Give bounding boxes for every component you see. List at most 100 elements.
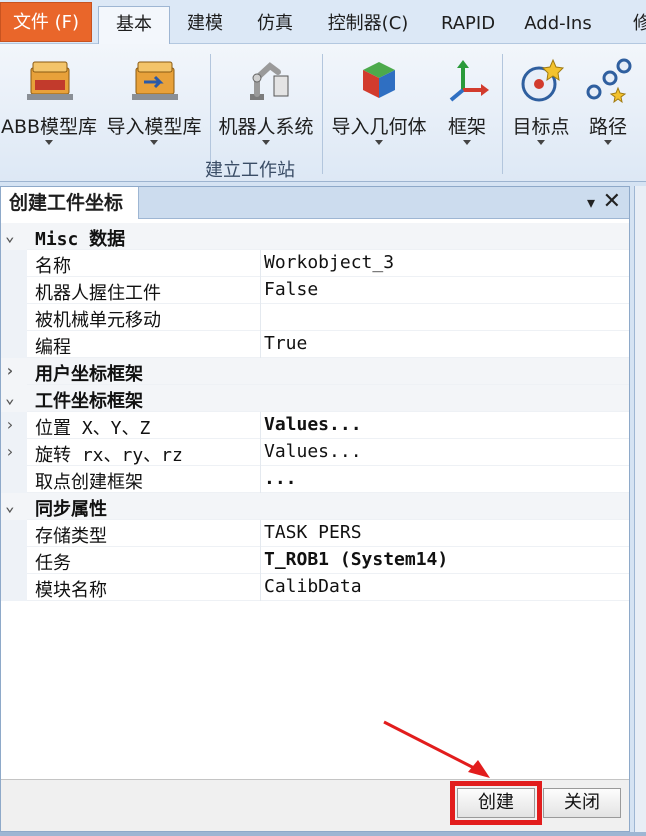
dropdown-arrow-icon [150, 140, 158, 145]
import-model-library-button[interactable]: 导入模型库 [102, 50, 206, 154]
property-row-robot-holds[interactable]: 机器人握住工件 False [1, 277, 629, 304]
tab-file[interactable]: 文件 (F) [0, 2, 92, 42]
chevron-down-icon[interactable]: ⌄ [5, 388, 15, 407]
create-button[interactable]: 创建 [450, 781, 542, 825]
ribbon-button-label: 框架 [447, 116, 486, 138]
row-gutter [1, 277, 27, 304]
import-library-icon [132, 61, 178, 100]
row-gutter [1, 574, 27, 601]
ribbon-group-label: 建立工作站 [205, 160, 295, 181]
category-label: 工件坐标框架 [35, 391, 143, 412]
row-gutter [1, 331, 27, 358]
pin-dropdown-icon[interactable]: ▾ [587, 193, 595, 212]
dropdown-arrow-icon [604, 140, 612, 145]
ribbon-separator [502, 54, 503, 174]
chevron-down-icon[interactable]: ⌄ [5, 496, 15, 515]
property-label: 被机械单元移动 [35, 310, 161, 331]
property-grid: ⌄ Misc 数据 名称 Workobject_3 机器人握住工件 False … [1, 223, 629, 601]
property-row-programmed[interactable]: 编程 True [1, 331, 629, 358]
row-gutter [1, 304, 27, 331]
column-separator [260, 520, 261, 547]
robot-system-button[interactable]: 机器人系统 [212, 50, 320, 154]
property-label: 任务 [35, 553, 71, 574]
category-label: 同步属性 [35, 499, 107, 520]
property-value[interactable]: TASK PERS [264, 522, 362, 543]
column-separator [260, 466, 261, 493]
property-row-pick-points[interactable]: 取点创建框架 ... [1, 466, 629, 493]
frame-button[interactable]: 框架 [438, 50, 496, 154]
import-geometry-icon [363, 62, 395, 98]
chevron-right-icon[interactable]: › [5, 415, 15, 434]
ribbon-button-label: 机器人系统 [218, 116, 314, 138]
import-geometry-button[interactable]: 导入几何体 [326, 50, 432, 154]
property-label: 编程 [35, 337, 71, 358]
property-row-task[interactable]: 任务 T_ROB1 (System14) [1, 547, 629, 574]
row-gutter [1, 466, 27, 493]
dropdown-arrow-icon [262, 140, 270, 145]
path-icon [586, 58, 632, 104]
ribbon: ABB模型库 导入模型库 机器人系统 导入几何体 框架 目标点 路径 建立工作站 [0, 44, 646, 182]
property-row-position[interactable]: › 位置 X、Y、Z Values... [1, 412, 629, 439]
column-separator [260, 574, 261, 601]
property-value[interactable]: False [264, 279, 318, 300]
dropdown-arrow-icon [463, 140, 471, 145]
category-user-frame[interactable]: › 用户坐标框架 [1, 358, 629, 385]
ribbon-button-label: 导入模型库 [106, 116, 202, 138]
property-value[interactable]: Workobject_3 [264, 252, 394, 273]
column-separator [260, 412, 261, 439]
category-label: 用户坐标框架 [35, 364, 143, 385]
property-row-moved-by-unit[interactable]: 被机械单元移动 [1, 304, 629, 331]
abb-model-library-button[interactable]: ABB模型库 [0, 50, 98, 154]
property-label: 旋转 rx、ry、rz [35, 445, 183, 466]
ribbon-button-label: 目标点 [512, 116, 570, 138]
column-separator [260, 439, 261, 466]
tab-rapid[interactable]: RAPID [432, 6, 504, 42]
property-value[interactable]: CalibData [264, 576, 362, 597]
tab-add-ins[interactable]: Add-Ins [516, 6, 600, 42]
row-gutter [1, 250, 27, 277]
robot-system-icon [250, 62, 289, 100]
menu-bar: 文件 (F) 基本 建模 仿真 控制器(C) RAPID Add-Ins 修 [0, 0, 646, 44]
property-value[interactable]: True [264, 333, 307, 354]
property-label: 位置 X、Y、Z [35, 418, 151, 439]
chevron-right-icon[interactable]: › [5, 361, 15, 380]
path-button[interactable]: 路径 [578, 50, 638, 154]
category-label: Misc 数据 [35, 229, 126, 250]
property-row-module-name[interactable]: 模块名称 CalibData [1, 574, 629, 601]
target-point-button[interactable]: 目标点 [506, 50, 576, 154]
tab-basic[interactable]: 基本 [98, 6, 170, 44]
tab-modeling[interactable]: 建模 [176, 6, 234, 42]
column-separator [260, 277, 261, 304]
panel-title-tab[interactable]: 创建工件坐标 [1, 187, 139, 219]
property-row-rotation[interactable]: › 旋转 rx、ry、rz Values... [1, 439, 629, 466]
model-library-icon [27, 61, 73, 100]
column-separator [260, 304, 261, 331]
create-workobject-panel: 创建工件坐标 ▾ ✕ ⌄ Misc 数据 名称 Workobject_3 机器人… [0, 186, 630, 832]
bottom-dock-strip [0, 832, 646, 836]
column-separator [260, 331, 261, 358]
chevron-right-icon[interactable]: › [5, 442, 15, 461]
property-value[interactable]: Values... [264, 414, 362, 435]
column-separator [260, 250, 261, 277]
chevron-down-icon[interactable]: ⌄ [5, 226, 15, 245]
property-label: 名称 [35, 256, 71, 277]
property-value[interactable]: T_ROB1 (System14) [264, 549, 448, 570]
dropdown-arrow-icon [45, 140, 53, 145]
tab-controller[interactable]: 控制器(C) [318, 6, 418, 42]
tab-simulation[interactable]: 仿真 [246, 6, 304, 42]
close-button[interactable]: 关闭 [543, 788, 621, 818]
property-value[interactable]: ... [264, 468, 297, 489]
tab-overflow[interactable]: 修 [630, 6, 646, 42]
property-label: 模块名称 [35, 580, 107, 601]
category-misc[interactable]: ⌄ Misc 数据 [1, 223, 629, 250]
property-value[interactable]: Values... [264, 441, 362, 462]
category-object-frame[interactable]: ⌄ 工件坐标框架 [1, 385, 629, 412]
panel-footer: 创建 关闭 [1, 779, 629, 831]
row-gutter [1, 547, 27, 574]
dropdown-arrow-icon [537, 140, 545, 145]
property-row-name[interactable]: 名称 Workobject_3 [1, 250, 629, 277]
close-icon[interactable]: ✕ [603, 189, 621, 214]
property-row-storage-type[interactable]: 存储类型 TASK PERS [1, 520, 629, 547]
ribbon-button-label: 路径 [588, 116, 627, 138]
category-sync-properties[interactable]: ⌄ 同步属性 [1, 493, 629, 520]
